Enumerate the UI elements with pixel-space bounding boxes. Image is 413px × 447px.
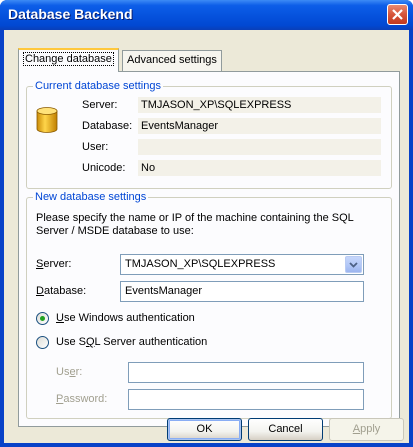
current-user-label: User: — [82, 141, 109, 153]
close-button[interactable] — [387, 4, 408, 25]
window-title: Database Backend — [8, 6, 133, 22]
new-settings-group: New database settings Please specify the… — [26, 191, 392, 419]
user-input[interactable] — [128, 362, 364, 383]
current-unicode-value: No — [138, 160, 381, 176]
tab-label: Change database — [23, 52, 114, 66]
current-server-label: Server: — [82, 99, 118, 111]
chevron-down-icon — [349, 261, 358, 268]
current-database-label: Database: — [82, 120, 133, 132]
cancel-button[interactable]: Cancel — [248, 418, 323, 441]
server-label-rest: erver: — [43, 258, 72, 270]
current-database-value: EventsManager — [138, 118, 381, 134]
window-frame-right — [409, 30, 413, 447]
ok-button[interactable]: OK — [167, 418, 242, 441]
dialog-window: Database Backend Change database Advance… — [0, 0, 413, 447]
windows-auth-rest: se Windows authentication — [63, 312, 195, 324]
server-combobox[interactable]: TMJASON_XP\SQLEXPRESS — [120, 254, 364, 275]
windows-auth-radio[interactable] — [36, 312, 49, 325]
current-settings-label: Current database settings — [33, 80, 163, 92]
windows-auth-accel: U — [56, 312, 64, 324]
database-label-accel: D — [36, 285, 44, 297]
radio-selected-dot — [40, 316, 45, 321]
description-line-2: Server / MSDE database to use: — [36, 225, 194, 237]
tab-label: Advanced settings — [127, 54, 217, 66]
title-bar[interactable]: Database Backend — [0, 0, 413, 30]
windows-auth-label[interactable]: Use Windows authentication — [56, 312, 195, 324]
tab-advanced-settings[interactable]: Advanced settings — [122, 50, 222, 71]
sql-auth-pre: Use S — [56, 336, 86, 348]
new-settings-label: New database settings — [33, 191, 149, 203]
tab-panel-change-database: Current database settings Server: TMJASO… — [18, 71, 400, 427]
dialog-client-area: Change database Advanced settings Curren… — [4, 30, 409, 443]
apply-button[interactable]: Apply — [329, 418, 404, 441]
database-label-rest: atabase: — [43, 285, 87, 297]
tab-change-database[interactable]: Change database — [18, 48, 119, 72]
server-dropdown-button[interactable] — [345, 256, 362, 273]
database-input[interactable]: EventsManager — [120, 281, 364, 302]
description-line-1: Please specify the name or IP of the mac… — [36, 212, 354, 224]
new-settings-description: Please specify the name or IP of the mac… — [36, 212, 354, 238]
user-label-rest: r: — [75, 366, 83, 378]
window-frame-bottom — [0, 443, 413, 447]
sql-auth-accel: Q — [85, 336, 95, 348]
password-label: Password: — [56, 393, 107, 405]
server-label: Server: — [36, 258, 71, 270]
current-server-value: TMJASON_XP\SQLEXPRESS — [138, 97, 381, 113]
password-label-rest: assword: — [63, 393, 108, 405]
apply-accel: A — [352, 423, 361, 435]
sql-auth-label[interactable]: Use SQL Server authentication — [56, 336, 207, 348]
current-settings-group: Current database settings Server: TMJASO… — [26, 80, 392, 189]
sql-auth-rest: L Server authentication — [94, 336, 208, 348]
current-unicode-label: Unicode: — [82, 162, 126, 174]
password-input[interactable] — [128, 389, 364, 410]
database-label: Database: — [36, 285, 86, 297]
user-label: User: — [56, 366, 82, 378]
sql-auth-radio[interactable] — [36, 336, 49, 349]
current-user-value — [138, 139, 381, 155]
user-label-pre: Us — [56, 366, 70, 378]
server-combobox-value: TMJASON_XP\SQLEXPRESS — [125, 258, 276, 270]
database-icon — [36, 107, 58, 133]
apply-rest: pply — [360, 423, 381, 435]
close-icon — [392, 9, 403, 20]
